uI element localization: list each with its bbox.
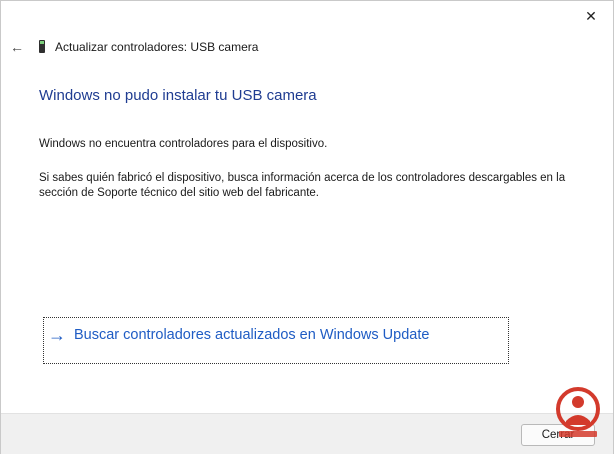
info-text-1: Windows no encuentra controladores para …	[39, 138, 328, 150]
windows-update-link[interactable]: → Buscar controladores actualizados en W…	[43, 317, 509, 364]
close-button[interactable]: Cerrar	[521, 424, 595, 446]
back-arrow-icon[interactable]: ←	[9, 39, 25, 55]
close-window-icon[interactable]: ✕	[577, 5, 605, 27]
dialog-title: Actualizar controladores: USB camera	[55, 40, 259, 54]
dialog-header: ← Actualizar controladores: USB camera	[9, 37, 258, 57]
error-heading: Windows no pudo instalar tu USB camera	[39, 87, 317, 104]
arrow-right-icon: →	[48, 325, 66, 345]
usb-device-icon	[37, 40, 47, 54]
windows-update-link-label: Buscar controladores actualizados en Win…	[74, 327, 430, 343]
dialog-footer: Cerrar	[1, 413, 613, 454]
dialog-window: ✕ ← Actualizar controladores: USB camera…	[0, 0, 614, 454]
info-text-2: Si sabes quién fabricó el dispositivo, b…	[39, 172, 566, 199]
